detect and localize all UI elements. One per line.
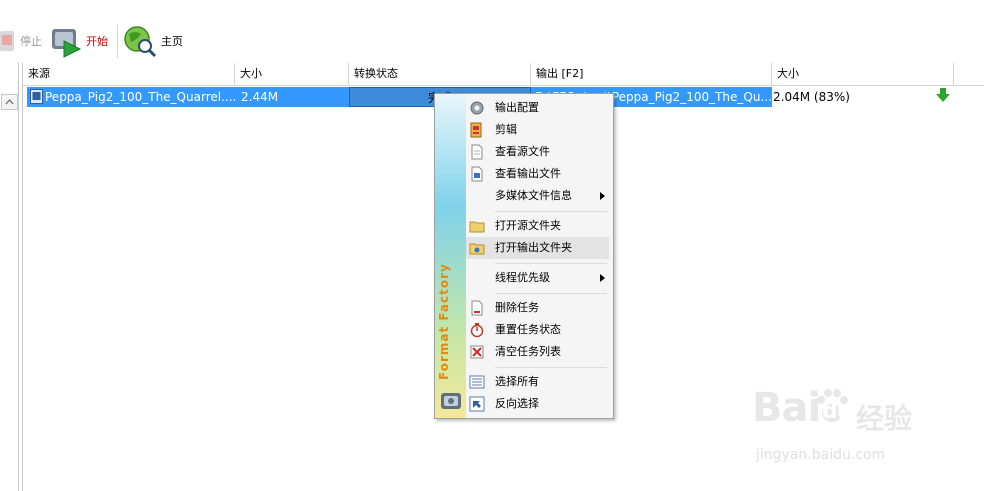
chevron-up-icon [5, 99, 14, 105]
start-label: 开始 [86, 35, 108, 48]
menu-item-open-output-folder[interactable]: 打开输出文件夹 [466, 237, 609, 259]
watermark-url: jingyan.baidu.com [756, 447, 886, 463]
folder-icon [469, 221, 485, 233]
menu-item-delete-task[interactable]: 删除任务 [466, 297, 609, 319]
left-panel-edge [0, 62, 19, 491]
video-file-icon [30, 89, 43, 104]
menu-item-clear-list[interactable]: 清空任务列表 [466, 341, 609, 363]
menu-separator [495, 367, 607, 368]
reset-icon [470, 323, 484, 338]
output-size-cell: 2.04M (83%) [773, 90, 850, 104]
column-header-status[interactable]: 转换状态 [349, 63, 531, 85]
stop-icon [0, 31, 14, 51]
watermark-brand: Bai [752, 385, 821, 431]
clear-list-icon [470, 345, 484, 359]
toolbar: 停止 开始 主页 [0, 0, 984, 62]
baidu-jingyan-watermark: Bai du 经验 jingyan.baidu.com [752, 385, 932, 475]
context-menu: Format Factory 输出配置 剪辑 查看源文件 查看输出文件 多媒体文… [434, 93, 614, 419]
document-icon [471, 144, 483, 160]
download-arrow-icon [936, 88, 950, 102]
home-label: 主页 [161, 35, 183, 48]
start-icon [52, 29, 82, 58]
start-button[interactable]: 开始 [50, 22, 108, 60]
clip-icon [470, 122, 482, 138]
menu-item-open-source-folder[interactable]: 打开源文件夹 [466, 215, 609, 237]
gear-icon [470, 101, 484, 115]
invert-select-icon [469, 396, 485, 412]
menu-item-thread-priority[interactable]: 线程优先级 [466, 267, 609, 289]
table-header: 来源 大小 转换状态 输出 [F2] 大小 [23, 63, 984, 86]
menu-item-media-info[interactable]: 多媒体文件信息 [466, 185, 609, 207]
menu-separator [495, 263, 607, 264]
toolbar-separator [117, 24, 118, 58]
folder-open-icon [469, 243, 485, 255]
home-button[interactable]: 主页 [123, 22, 183, 60]
document-output-icon [471, 166, 483, 182]
source-cell: Peppa_Pig2_100_The_Quarrel.... [27, 87, 237, 107]
scroll-up-button[interactable] [1, 94, 18, 110]
select-all-icon [469, 375, 485, 389]
stop-button[interactable]: 停止 [0, 22, 42, 60]
source-filename: Peppa_Pig2_100_The_Quarrel.... [45, 90, 237, 104]
menu-item-view-source[interactable]: 查看源文件 [466, 141, 609, 163]
menu-item-invert-select[interactable]: 反向选择 [466, 393, 609, 415]
menu-brand-strip: Format Factory [435, 94, 466, 418]
format-factory-logo [441, 393, 461, 409]
watermark-brand-du: du [822, 399, 852, 424]
menu-item-view-output[interactable]: 查看输出文件 [466, 163, 609, 185]
watermark-jingyan: 经验 [856, 402, 913, 435]
home-globe-icon [124, 26, 157, 58]
column-header-size[interactable]: 大小 [235, 63, 349, 85]
menu-separator [495, 211, 607, 212]
stop-label: 停止 [20, 35, 42, 48]
delete-task-icon [471, 300, 483, 316]
column-header-output-size[interactable]: 大小 [772, 63, 954, 85]
submenu-arrow-icon [600, 192, 605, 200]
size-cell: 2.44M [235, 87, 349, 107]
menu-separator [495, 293, 607, 294]
column-header-output[interactable]: 输出 [F2] [531, 63, 772, 85]
column-header-source[interactable]: 来源 [23, 63, 235, 85]
menu-item-clip[interactable]: 剪辑 [466, 119, 609, 141]
brand-label: Format Factory [437, 263, 451, 380]
menu-item-reset-status[interactable]: 重置任务状态 [466, 319, 609, 341]
submenu-arrow-icon [600, 274, 605, 282]
menu-item-output-config[interactable]: 输出配置 [466, 97, 609, 119]
menu-item-select-all[interactable]: 选择所有 [466, 371, 609, 393]
